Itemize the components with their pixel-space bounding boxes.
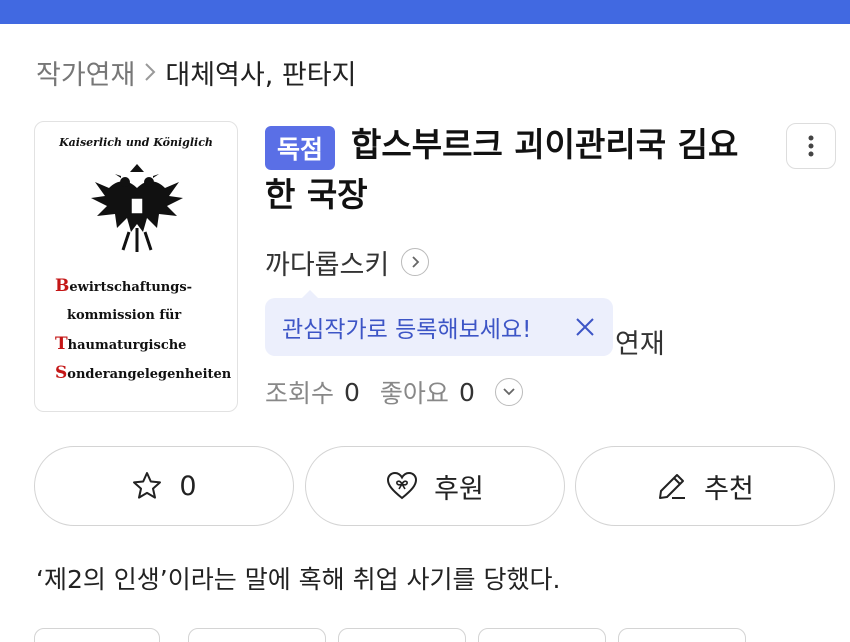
more-vertical-icon xyxy=(808,135,814,157)
likes-count: 0 xyxy=(458,377,475,407)
author-link[interactable]: 까다롭스키 xyxy=(265,242,430,282)
views-label: 조회수 xyxy=(265,379,335,408)
cover-line-3: Thaumaturgische xyxy=(55,334,187,354)
breadcrumb-subcategory[interactable]: 대체역사, 판타지 xyxy=(165,53,356,92)
breadcrumb-category[interactable]: 작가연재 xyxy=(36,53,135,92)
chevron-right-icon xyxy=(143,61,157,83)
pencil-icon xyxy=(659,474,686,499)
expand-stats-button[interactable] xyxy=(494,378,523,406)
chevron-right-icon xyxy=(401,248,430,276)
heart-icon xyxy=(387,471,418,500)
cover-line-4: Sonderangelegenheiten xyxy=(55,363,232,383)
stats-row: 조회수 0 좋아요 0 xyxy=(265,372,523,412)
more-options-button[interactable] xyxy=(786,123,836,169)
cover-heading: Kaiserlich und Königlich xyxy=(59,136,213,149)
support-button[interactable]: 후원 xyxy=(305,446,565,526)
cover-line-1: Bewirtschaftungs- xyxy=(55,276,193,296)
double-headed-eagle-icon xyxy=(91,164,183,252)
tag-chip[interactable] xyxy=(188,628,326,642)
serial-status: 연재 xyxy=(615,329,665,360)
top-bar xyxy=(0,0,850,24)
favorite-count: 0 xyxy=(179,470,197,502)
tag-chip[interactable] xyxy=(478,628,606,642)
recommend-button[interactable]: 추천 xyxy=(575,446,835,526)
recommend-label: 추천 xyxy=(704,473,754,505)
cover-line-2: kommission für xyxy=(67,308,182,323)
favorite-author-tooltip: 관심작가로 등록해보세요! xyxy=(265,290,613,356)
novel-description: ‘제2의 인생’이라는 말에 혹해 취업 사기를 당했다. xyxy=(36,565,561,594)
cover-image[interactable]: Kaiserlich und Königlich Bewirtschaftung… xyxy=(34,121,238,412)
breadcrumb: 작가연재 대체역사, 판타지 xyxy=(36,52,356,92)
likes-label: 좋아요 xyxy=(379,379,449,408)
novel-title: 합스부르크 괴이관리국 김요한 국장 xyxy=(265,125,739,214)
tag-chip[interactable] xyxy=(34,628,160,642)
tag-chip[interactable] xyxy=(338,628,466,642)
tooltip-text: 관심작가로 등록해보세요! xyxy=(282,317,532,343)
views-count: 0 xyxy=(344,377,360,407)
chevron-down-icon xyxy=(503,388,515,396)
exclusive-badge: 독점 xyxy=(265,126,335,170)
favorite-button[interactable]: 0 xyxy=(34,446,294,526)
support-label: 후원 xyxy=(434,473,484,505)
author-name: 까다롭스키 xyxy=(265,249,390,281)
star-icon xyxy=(133,472,162,499)
close-icon[interactable] xyxy=(573,315,597,339)
tag-chip[interactable] xyxy=(618,628,746,642)
